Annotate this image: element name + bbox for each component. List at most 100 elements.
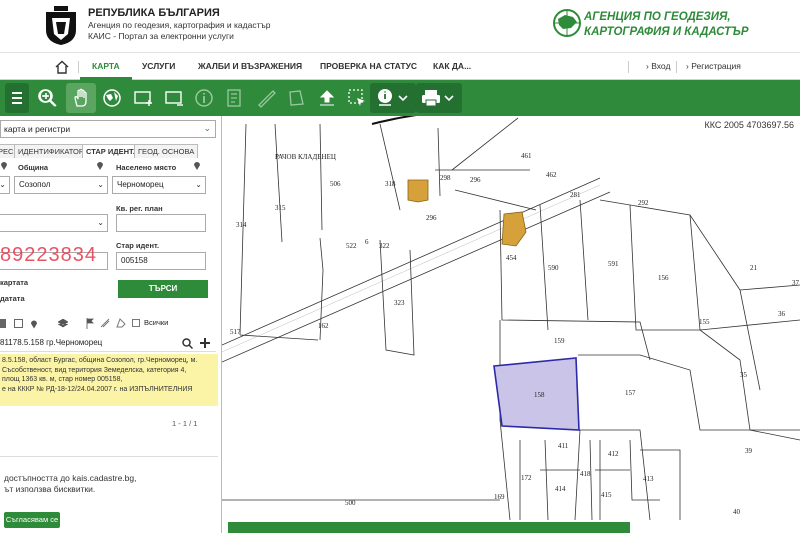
nav-separator (78, 61, 79, 73)
nav-tab-how-to[interactable]: КАК ДА... (421, 53, 483, 80)
cadastral-map[interactable]: РАЧОВ КЛАДЕНЕЦ 461 506 318 298 296 462 2… (222, 116, 800, 533)
identify-icon (378, 89, 408, 106)
print-dropdown-button[interactable] (416, 83, 462, 113)
nav-tab-complaints[interactable]: ЖАЛБИ И ВЪЗРАЖЕНИЯ (186, 53, 314, 80)
parcel-label: 40 (733, 508, 741, 516)
tab-identifier[interactable]: ИДЕНТИФИКАТОР (14, 144, 88, 158)
chevron-down-icon: ⌄ (0, 177, 6, 193)
parcel-label: 411 (558, 442, 569, 450)
flag-icon[interactable] (86, 318, 94, 329)
parcel-label: 522 (346, 242, 357, 250)
nav-tab-map[interactable]: КАРТА (80, 53, 132, 80)
overlay-number: 89223834 (0, 244, 97, 266)
parcel-label: 169 (494, 493, 505, 501)
search-icon[interactable] (182, 338, 193, 349)
measure-area-button[interactable] (281, 83, 311, 113)
home-icon (55, 60, 69, 74)
map-toolbar (0, 80, 800, 116)
nav-tab-services[interactable]: УСЛУГИ (130, 53, 187, 80)
tab-old-ident[interactable]: СТАР ИДЕНТ. (82, 144, 139, 158)
search-button[interactable]: ТЪРСИ (118, 280, 208, 298)
location-pin-icon[interactable] (30, 318, 38, 329)
parcel-label: 590 (548, 264, 559, 272)
grid-icon[interactable] (14, 319, 23, 328)
old-ident-input[interactable]: 005158 (116, 252, 206, 270)
parcel-label: 315 (275, 204, 286, 212)
portal-header: РЕПУБЛИКА БЪЛГАРИЯ Агенция по геодезия, … (0, 0, 800, 52)
measure-length-button[interactable] (251, 83, 281, 113)
add-icon[interactable] (199, 337, 211, 349)
cadastral-area-select[interactable]: ⌄ (0, 214, 108, 232)
measure-length-icon (258, 90, 276, 108)
full-extent-icon (165, 91, 183, 106)
parcel-label: 413 (643, 475, 654, 483)
pan-button[interactable] (66, 83, 96, 113)
tab-geod-basis[interactable]: ГЕОД. ОСНОВА (134, 144, 199, 158)
chevron-down-icon: ⌄ (97, 218, 104, 227)
result-header: 81178.5.158 гр.Черноморец (0, 336, 216, 352)
info-button[interactable] (189, 83, 219, 113)
cookie-text-line: достъпността до kais.cadastre.bg, (4, 473, 137, 483)
ruler-icon[interactable] (100, 318, 110, 328)
doc-icon[interactable] (0, 319, 6, 328)
settlement-label: Населено място (116, 163, 177, 172)
data-row-label: датата (0, 294, 25, 303)
map-status-bar (228, 522, 630, 533)
settlement-select[interactable]: Черноморец ⌄ (112, 176, 206, 194)
layers-icon[interactable] (58, 319, 68, 328)
reg-plan-input[interactable] (116, 214, 206, 232)
parcel-label: 414 (555, 485, 566, 493)
parcel-label: 36 (778, 310, 786, 318)
map-canvas[interactable]: РАЧОВ КЛАДЕНЕЦ 461 506 318 298 296 462 2… (222, 116, 800, 533)
parcel-label: 298 (440, 174, 451, 182)
cookie-text-line: ът използва бисквитки. (4, 484, 96, 494)
nav-separator (628, 61, 629, 73)
zoom-out-button[interactable] (36, 83, 66, 113)
register-link[interactable]: › Регистрация (674, 53, 753, 80)
zoom-box-button[interactable] (128, 83, 158, 113)
layers-button[interactable] (220, 83, 250, 113)
parcel-label: 506 (330, 180, 341, 188)
location-pin-icon (1, 162, 7, 170)
globe-button[interactable] (97, 83, 127, 113)
result-title[interactable]: 81178.5.158 гр.Черноморец (0, 338, 102, 347)
parcel-label: 155 (699, 318, 710, 326)
result-line: 8.5.158, област Бургас, община Созопол, … (2, 357, 198, 364)
region-select[interactable]: ⌄ (0, 176, 10, 194)
result-line: площ 1363 кв. м, стар номер 005158, (2, 376, 123, 383)
parcel-label: 314 (236, 221, 247, 229)
parcel-label: 37 (792, 279, 800, 287)
parcel-label: 159 (554, 337, 565, 345)
globe-icon (103, 89, 121, 107)
all-checkbox[interactable] (132, 319, 140, 327)
cookie-accept-button[interactable]: Съгласявам се (4, 512, 60, 528)
layers-dropdown-value: карта и регистри (4, 124, 71, 134)
select-icon (348, 89, 365, 106)
panel-toggle-button[interactable] (5, 83, 29, 113)
parcel-label: 415 (601, 491, 612, 499)
select-button[interactable] (342, 83, 372, 113)
identify-dropdown-button[interactable] (370, 83, 416, 113)
settlement-value: Черноморец (117, 180, 164, 189)
nav-tab-status[interactable]: ПРОВЕРКА НА СТАТУС (308, 53, 429, 80)
polygon-icon[interactable] (116, 318, 126, 328)
municipality-select[interactable]: Созопол ⌄ (14, 176, 108, 194)
parcel-label: 156 (658, 274, 669, 282)
parcel-label: 322 (379, 242, 390, 250)
parcel-label: 462 (546, 171, 557, 179)
upload-button[interactable] (312, 83, 342, 113)
zoom-out-icon (38, 89, 56, 107)
parcel-label: 418 (580, 470, 591, 478)
cookie-text: достъпността до kais.cadastre.bg, ът изп… (4, 473, 137, 495)
nav-home-button[interactable] (48, 53, 76, 80)
layers-dropdown[interactable]: карта и регистри ⌄ (0, 120, 216, 138)
print-icon (422, 90, 454, 107)
header-title: РЕПУБЛИКА БЪЛГАРИЯ (88, 7, 220, 19)
result-details[interactable]: 8.5.158, област Бургас, община Созопол, … (0, 354, 218, 406)
full-extent-button[interactable] (159, 83, 189, 113)
result-line: Съсобственост, вид територия Земеделска,… (2, 366, 187, 374)
bulgarian-coat-of-arms-icon (46, 6, 76, 45)
parcel-label: 21 (750, 264, 758, 272)
cookie-banner: достъпността до kais.cadastre.bg, ът изп… (0, 456, 218, 533)
parcel-label: 517 (230, 328, 241, 336)
